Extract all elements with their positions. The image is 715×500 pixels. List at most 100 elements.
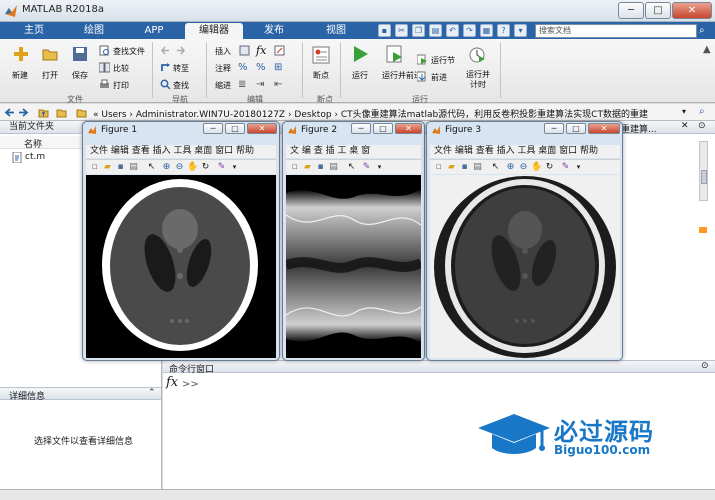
goto-button[interactable]: 转至 xyxy=(173,63,189,74)
undo-icon[interactable]: ↶ xyxy=(446,24,459,37)
indent-button[interactable]: 缩进 xyxy=(215,80,231,91)
search-documentation-input[interactable]: 搜索文档 xyxy=(535,24,697,38)
increase-indent-icon[interactable]: ⇥ xyxy=(256,79,264,90)
tab-view[interactable]: 视图 xyxy=(306,23,366,39)
editor-options-icon[interactable]: ⊙ xyxy=(698,121,706,131)
paste-icon[interactable]: ▤ xyxy=(429,24,442,37)
figure-1-window[interactable]: Figure 1 ─ □ ✕ 文件 编辑 查看 插入 工具 桌面 窗口 帮助 ▫… xyxy=(82,121,280,361)
maximize-button[interactable]: □ xyxy=(645,2,671,19)
comment-percent-icon[interactable]: % xyxy=(238,62,248,73)
toolbar-dropdown-icon[interactable]: ▾ xyxy=(573,162,584,173)
back-arrow-icon[interactable] xyxy=(4,107,15,118)
insert-button[interactable]: 插入 xyxy=(215,46,231,57)
up-folder-icon[interactable] xyxy=(38,107,49,118)
open-button[interactable]: 打开 xyxy=(42,70,58,81)
tab-publish[interactable]: 发布 xyxy=(246,23,302,39)
breakpoints-button[interactable]: 断点 xyxy=(313,70,329,81)
minimize-button[interactable]: ─ xyxy=(351,123,371,134)
new-button[interactable]: 新建 xyxy=(12,70,28,81)
run-and-advance-button[interactable]: 运行并前进 xyxy=(382,70,422,81)
find-button[interactable]: 查找 xyxy=(173,80,189,91)
open-file-icon[interactable]: ▰ xyxy=(302,162,313,173)
new-figure-icon[interactable]: ▫ xyxy=(433,162,444,173)
print-figure-icon[interactable]: ▤ xyxy=(472,162,483,173)
comment-button[interactable]: 注释 xyxy=(215,63,231,74)
code-analyzer-marker[interactable] xyxy=(699,227,707,233)
run-section-button[interactable]: 运行节 xyxy=(431,55,455,66)
data-cursor-icon[interactable]: ✎ xyxy=(361,162,372,173)
tab-plots[interactable]: 绘图 xyxy=(66,23,122,39)
find-files-button[interactable]: 查找文件 xyxy=(113,46,145,57)
figure-menu-bar[interactable]: 文件 编辑 查看 插入 工具 桌面 窗口 帮助 xyxy=(430,145,620,158)
copy-icon[interactable]: ❐ xyxy=(412,24,425,37)
details-panel-header[interactable]: 详细信息 ⌃ xyxy=(0,387,161,402)
collapse-details-icon[interactable]: ⌃ xyxy=(148,388,156,398)
search-folder-icon[interactable]: ⌕ xyxy=(699,106,705,117)
save-figure-icon[interactable]: ▪ xyxy=(459,162,470,173)
data-cursor-icon[interactable]: ✎ xyxy=(560,162,571,173)
scrollbar-thumb[interactable] xyxy=(701,170,707,184)
new-figure-icon[interactable]: ▫ xyxy=(289,162,300,173)
editor-tab-title[interactable]: 重建算... xyxy=(621,122,657,135)
data-cursor-icon[interactable]: ✎ xyxy=(216,162,227,173)
smart-indent-icon[interactable]: ≣ xyxy=(238,79,246,90)
command-window-options-icon[interactable]: ⊙ xyxy=(701,361,709,371)
close-editor-icon[interactable]: ✕ xyxy=(681,121,689,131)
maximize-button[interactable]: □ xyxy=(225,123,245,134)
quick-access-dropdown-icon[interactable]: ▾ xyxy=(514,24,527,37)
current-folder-path[interactable]: « Users › Administrator.WIN7U-20180127Z … xyxy=(93,107,648,120)
save-figure-icon[interactable]: ▪ xyxy=(115,162,126,173)
figure-2-axes[interactable] xyxy=(286,175,421,358)
tab-editor[interactable]: 编辑器 xyxy=(185,23,243,39)
browse-folder-icon[interactable] xyxy=(56,107,67,118)
close-button[interactable]: ✕ xyxy=(395,123,422,134)
figure-1-axes[interactable] xyxy=(86,175,276,358)
collapse-ribbon-icon[interactable]: ▲ xyxy=(703,44,711,55)
figure-3-axes[interactable] xyxy=(430,175,620,358)
close-button[interactable]: ✕ xyxy=(672,2,712,19)
figure-3-window[interactable]: Figure 3 ─ □ ✕ 文件 编辑 查看 插入 工具 桌面 窗口 帮助 ▫… xyxy=(426,121,623,361)
maximize-button[interactable]: □ xyxy=(373,123,393,134)
save-icon[interactable]: ▪ xyxy=(378,24,391,37)
rotate-3d-icon[interactable]: ↻ xyxy=(544,162,555,173)
search-icon[interactable]: ⌕ xyxy=(699,25,712,38)
minimize-button[interactable]: ─ xyxy=(203,123,223,134)
maximize-button[interactable]: □ xyxy=(566,123,586,134)
help-icon[interactable]: ? xyxy=(497,24,510,37)
command-prompt[interactable]: >> xyxy=(182,379,199,390)
zoom-out-icon[interactable]: ⊖ xyxy=(518,162,529,173)
uncomment-icon[interactable]: % xyxy=(256,62,266,73)
function-browser-icon[interactable] xyxy=(274,45,285,56)
tab-apps[interactable]: APP xyxy=(126,23,182,39)
pan-hand-icon[interactable]: ✋ xyxy=(531,162,542,173)
name-column-header[interactable]: 名称 xyxy=(24,137,42,150)
run-and-time-button[interactable]: 运行并计时 xyxy=(464,70,492,90)
wrap-comments-icon[interactable]: ⊞ xyxy=(274,62,282,73)
save-figure-icon[interactable]: ▪ xyxy=(315,162,326,173)
save-button[interactable]: 保存 xyxy=(72,70,88,81)
open-file-icon[interactable]: ▰ xyxy=(102,162,113,173)
figure-menu-bar[interactable]: 文 编 查 插 工 桌 窗 xyxy=(286,145,421,158)
editor-scrollbar[interactable] xyxy=(699,141,708,201)
minimize-button[interactable]: ─ xyxy=(618,2,644,19)
tab-home[interactable]: 主页 xyxy=(8,23,60,39)
fx-button[interactable]: fx xyxy=(256,44,266,57)
open-file-icon[interactable]: ▰ xyxy=(446,162,457,173)
figure-2-window[interactable]: Figure 2 ─ □ ✕ 文 编 查 插 工 桌 窗 ▫ ▰ ▪ ▤ ↖ ✎… xyxy=(282,121,425,361)
toolbar-dropdown-icon[interactable]: ▾ xyxy=(374,162,385,173)
zoom-out-icon[interactable]: ⊖ xyxy=(174,162,185,173)
close-button[interactable]: ✕ xyxy=(588,123,620,134)
print-figure-icon[interactable]: ▤ xyxy=(128,162,139,173)
minimize-button[interactable]: ─ xyxy=(544,123,564,134)
cut-icon[interactable]: ✂ xyxy=(395,24,408,37)
redo-icon[interactable]: ↷ xyxy=(463,24,476,37)
forward-arrow-icon[interactable] xyxy=(175,45,186,56)
select-arrow-icon[interactable]: ↖ xyxy=(490,162,501,173)
back-arrow-icon[interactable] xyxy=(160,45,171,56)
path-dropdown-icon[interactable]: ▾ xyxy=(682,107,686,116)
compare-button[interactable]: 比较 xyxy=(113,63,129,74)
advance-button[interactable]: 前进 xyxy=(431,72,447,83)
zoom-in-icon[interactable]: ⊕ xyxy=(505,162,516,173)
figure-menu-items[interactable]: 文 编 查 插 工 桌 窗 xyxy=(290,146,370,156)
print-button[interactable]: 打印 xyxy=(113,80,129,91)
